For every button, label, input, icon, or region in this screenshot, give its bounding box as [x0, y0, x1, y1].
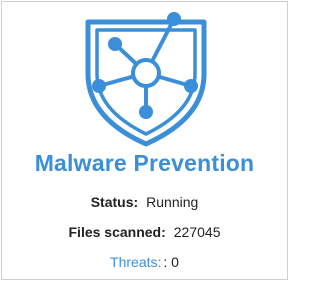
widget-title: Malware Prevention — [34, 150, 255, 176]
shield-network-icon — [80, 8, 212, 148]
files-scanned-label: Files scanned: — [68, 224, 166, 240]
status-label: Status: — [90, 194, 139, 210]
malware-prevention-card: Malware Prevention Status: Running Files … — [1, 1, 288, 280]
status-row: Status: Running — [2, 194, 287, 210]
threats-link[interactable]: Threats: — [110, 254, 161, 270]
threats-value: : 0 — [163, 254, 179, 270]
files-scanned-row: Files scanned: 227045 — [2, 224, 287, 240]
files-scanned-value: 227045 — [173, 224, 221, 240]
status-value: Running — [146, 194, 199, 210]
threats-row: Threats:: 0 — [2, 254, 287, 270]
